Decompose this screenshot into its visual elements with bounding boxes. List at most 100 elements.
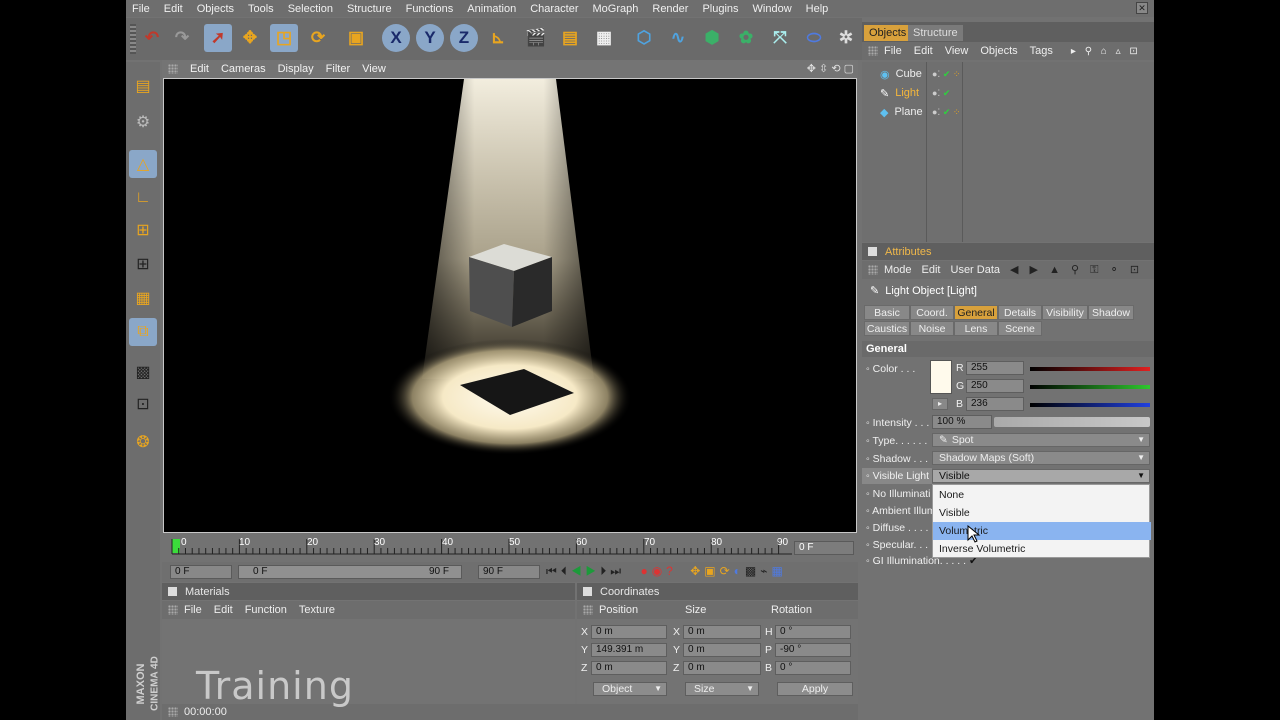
color-picker-toggle[interactable]: ▸ (932, 398, 948, 410)
keyframe-selection-icon[interactable]: ? (666, 564, 677, 578)
menu-character[interactable]: Character (530, 3, 578, 15)
motion-icon[interactable]: ▦ (772, 564, 787, 578)
move-icon[interactable]: ✥ (236, 24, 264, 52)
attr-menu-edit[interactable]: Edit (922, 264, 941, 276)
tab-structure[interactable]: Structure (908, 25, 963, 41)
rotation-key-icon[interactable]: ⟳ (720, 564, 734, 578)
color-r-slider[interactable] (1030, 367, 1150, 371)
next-key-icon[interactable]: ⏵ (600, 564, 610, 578)
viewport-menu-view[interactable]: View (362, 63, 386, 75)
toolbar-grip[interactable] (130, 24, 136, 54)
tab-coord[interactable]: Coord. (910, 305, 954, 320)
coordinate-mode-dropdown[interactable]: Object ▼ (593, 682, 667, 696)
array-icon[interactable]: ✿ (732, 24, 760, 52)
goto-start-icon[interactable]: ⏮ (546, 564, 561, 578)
light-create-icon[interactable]: ✲ (832, 24, 860, 52)
sculpt-icon[interactable]: ❂ (129, 428, 157, 456)
tab-caustics[interactable]: Caustics (864, 321, 910, 336)
visibility-dots-icon[interactable]: ●⁚ ✔ (932, 88, 950, 99)
viewport-nav-icons[interactable]: ✥ ⇳ ⟲ ▢ (807, 62, 854, 75)
axis-mode-icon[interactable]: ∟ (129, 184, 157, 212)
play-icon[interactable]: ▶ (586, 564, 601, 578)
timeline-ruler[interactable]: 0 10 20 30 40 50 60 70 80 90 0 F (162, 535, 858, 561)
deformer-icon[interactable]: ⤧ (766, 24, 794, 52)
timeline-icon[interactable]: ⌁ (760, 564, 771, 578)
visibility-dots-icon[interactable]: ●⁚ ✔ ⁘ (932, 107, 960, 118)
nurbs-icon[interactable]: ⬢ (698, 24, 726, 52)
3d-viewport[interactable] (163, 78, 857, 533)
points-mode-icon[interactable]: ⊞ (129, 216, 157, 244)
intensity-slider[interactable] (994, 417, 1150, 427)
panel-toggle[interactable] (868, 247, 877, 256)
menu-functions[interactable]: Functions (406, 3, 454, 15)
y-axis-button[interactable]: Y (416, 24, 444, 52)
color-b-field[interactable]: 236 (966, 397, 1024, 411)
autokey-icon[interactable]: ◉ (652, 564, 666, 578)
attr-menu-mode[interactable]: Mode (884, 264, 912, 276)
object-row-cube[interactable]: ◉ Cube ●⁚ ✔ ⁘ (866, 65, 960, 83)
texture-mode-icon[interactable]: ⧉ (129, 318, 157, 346)
workplane-icon[interactable]: ⊡ (129, 390, 157, 418)
panel-toggle[interactable] (168, 587, 177, 596)
menu-tools[interactable]: Tools (248, 3, 274, 15)
tab-visibility[interactable]: Visibility (1042, 305, 1088, 320)
attr-menu-userdata[interactable]: User Data (951, 264, 1001, 276)
scene-icon[interactable]: ⬭ (800, 24, 828, 52)
rotation-p-field[interactable]: -90 ° (775, 643, 851, 657)
object-name[interactable]: Light (895, 87, 919, 99)
viewport-menu-display[interactable]: Display (278, 63, 314, 75)
om-menu-edit[interactable]: Edit (914, 45, 933, 57)
cube-primitive-icon[interactable]: ⬡ (630, 24, 658, 52)
tab-objects[interactable]: Objects (864, 25, 912, 41)
color-b-slider[interactable] (1030, 403, 1150, 407)
type-dropdown[interactable]: ✎ Spot ▼ (932, 433, 1150, 447)
viewport-layout-icon[interactable]: ▤ (129, 72, 157, 100)
play-back-icon[interactable]: ◀ (571, 564, 586, 578)
end-frame-field[interactable]: 90 F (478, 565, 540, 579)
menu-edit[interactable]: Edit (164, 3, 183, 15)
om-search-icon[interactable]: ▸ ⚲ ⌂ ▵ ⊡ (1071, 46, 1141, 57)
menu-help[interactable]: Help (806, 3, 829, 15)
viewport-menu-filter[interactable]: Filter (326, 63, 350, 75)
preview-range-slider[interactable]: 0 F 90 F (238, 565, 462, 579)
object-mode-icon[interactable]: △ (129, 150, 157, 178)
position-x-field[interactable]: 0 m (591, 625, 667, 639)
intensity-field[interactable]: 100 % (932, 415, 992, 429)
pla-key-icon[interactable]: ▩ (745, 564, 760, 578)
position-z-field[interactable]: 0 m (591, 661, 667, 675)
panel-toggle[interactable] (583, 587, 592, 596)
option-visible[interactable]: Visible (933, 504, 1151, 522)
edges-mode-icon[interactable]: ⊞ (129, 250, 157, 278)
prev-key-icon[interactable]: ⏴ (561, 564, 571, 578)
color-g-field[interactable]: 250 (966, 379, 1024, 393)
materials-menu-edit[interactable]: Edit (214, 604, 233, 616)
menu-mograph[interactable]: MoGraph (593, 3, 639, 15)
rotation-b-field[interactable]: 0 ° (775, 661, 851, 675)
om-menu-file[interactable]: File (884, 45, 902, 57)
start-frame-field[interactable]: 0 F (170, 565, 232, 579)
size-x-field[interactable]: 0 m (683, 625, 761, 639)
x-axis-button[interactable]: X (382, 24, 410, 52)
model-mode-icon[interactable]: ▣ (342, 24, 370, 52)
tab-basic[interactable]: Basic (864, 305, 910, 320)
attr-nav-icons[interactable]: ◀ ▶ ▲ ⚲ ⚿ ⚬ ⊡ (1010, 263, 1143, 277)
checker-icon[interactable]: ▩ (129, 358, 157, 386)
menu-structure[interactable]: Structure (347, 3, 392, 15)
tab-noise[interactable]: Noise (910, 321, 954, 336)
make-editable-icon[interactable]: ⚙ (129, 108, 157, 136)
render-picture-viewer-icon[interactable]: ▤ (556, 24, 584, 52)
option-none[interactable]: None (933, 486, 1151, 504)
om-menu-tags[interactable]: Tags (1030, 45, 1053, 57)
live-selection-icon[interactable]: ➚ (204, 24, 232, 52)
object-name[interactable]: Cube (896, 68, 922, 80)
visibility-dots-icon[interactable]: ●⁚ ✔ ⁘ (932, 69, 960, 80)
size-z-field[interactable]: 0 m (683, 661, 761, 675)
scale-key-icon[interactable]: ▣ (704, 564, 719, 578)
tab-shadow[interactable]: Shadow (1088, 305, 1134, 320)
menu-selection[interactable]: Selection (288, 3, 333, 15)
parameter-key-icon[interactable]: ◐ (734, 564, 745, 578)
menu-plugins[interactable]: Plugins (702, 3, 738, 15)
menu-animation[interactable]: Animation (467, 3, 516, 15)
viewport-menu-cameras[interactable]: Cameras (221, 63, 266, 75)
menu-window[interactable]: Window (753, 3, 792, 15)
